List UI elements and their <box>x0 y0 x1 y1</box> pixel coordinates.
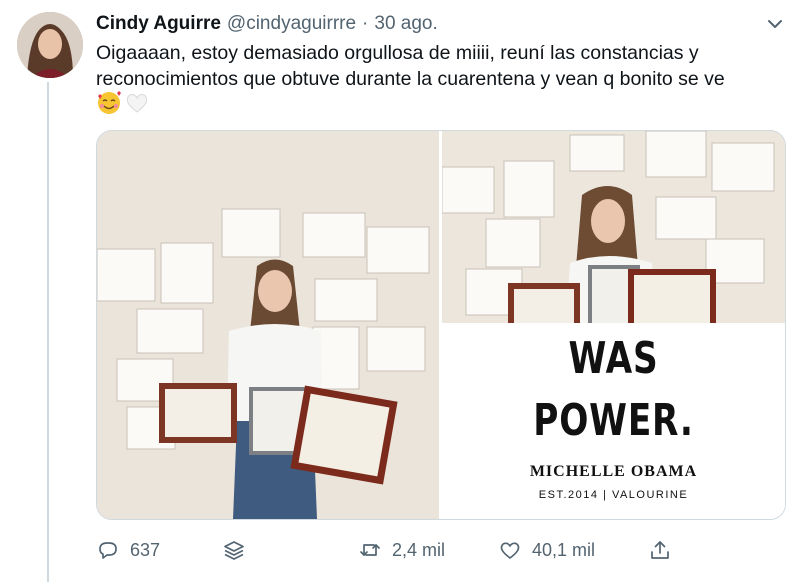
quote-line-2: POWER. <box>533 395 694 446</box>
reply-count: 637 <box>130 539 161 560</box>
tweet-emojis <box>96 90 150 116</box>
tweet-date[interactable]: 30 ago. <box>374 13 437 35</box>
quote-author: MICHELLE OBAMA <box>529 463 698 480</box>
share-icon <box>651 541 669 559</box>
photo-certificates-right[interactable] <box>441 131 785 325</box>
reply-button[interactable]: 637 <box>96 534 160 566</box>
tweet-actions: 637 2,4 mil 40,1 mil <box>96 534 786 566</box>
retweet-count: 2,4 mil <box>392 539 446 560</box>
avatar[interactable] <box>17 12 83 78</box>
like-button[interactable]: 40,1 mil <box>498 534 595 566</box>
separator: · <box>362 13 369 34</box>
quote-tag: EST.2014 | VALOURINE <box>538 489 689 501</box>
tweet-media[interactable]: WAS POWER. MICHELLE OBAMA EST.2014 | VAL… <box>96 130 786 520</box>
reply-icon <box>99 542 117 559</box>
share-button[interactable] <box>648 534 672 566</box>
like-count: 40,1 mil <box>532 539 596 560</box>
quote-line-1: WAS <box>568 333 659 384</box>
thread-line <box>47 82 49 582</box>
heart-icon <box>500 542 520 559</box>
photo-certificates-left[interactable] <box>97 131 439 519</box>
retweet-button[interactable]: 2,4 mil <box>358 534 445 566</box>
white-heart-icon <box>124 90 150 116</box>
tweet-header: Cindy Aguirre @cindyaguirrre · 30 ago. <box>96 12 438 36</box>
quote-image-panel[interactable]: WAS POWER. MICHELLE OBAMA EST.2014 | VAL… <box>442 323 785 519</box>
smiling-face-with-hearts-icon <box>96 90 122 116</box>
chevron-down-icon[interactable] <box>764 13 786 35</box>
stack-icon <box>224 541 244 560</box>
tweet-text: Oigaaaan, estoy demasiado orgullosa de m… <box>96 42 725 90</box>
stack-button[interactable] <box>222 534 246 566</box>
author-handle[interactable]: @cindyaguirrre <box>227 13 356 35</box>
author-name[interactable]: Cindy Aguirre <box>96 13 221 35</box>
retweet-icon <box>360 544 380 556</box>
